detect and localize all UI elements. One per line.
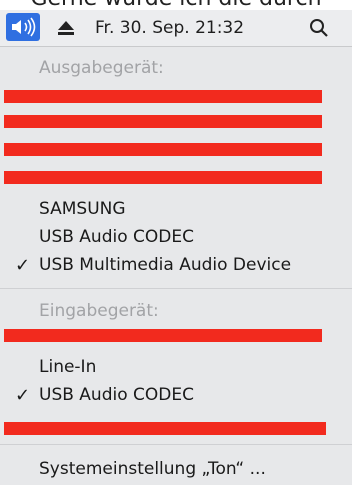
spotlight-button[interactable] [308, 17, 330, 39]
clock[interactable]: Fr. 30. Sep. 21:32 [95, 18, 244, 38]
redaction-bar [4, 90, 322, 103]
checkmark-icon: ✓ [15, 385, 31, 406]
speaker-volume-icon [12, 17, 36, 37]
output-device-samsung[interactable]: SAMSUNG [0, 199, 352, 223]
redaction-bar [4, 115, 322, 128]
eject-icon [58, 21, 74, 35]
search-icon [310, 19, 328, 37]
sound-preferences-item[interactable]: Systemeinstellung „Ton“ ... [0, 459, 352, 483]
redaction-bar [4, 422, 326, 435]
input-device-usb-audio-codec[interactable]: ✓ USB Audio CODEC [0, 385, 352, 409]
checkmark-icon: ✓ [15, 255, 31, 276]
redaction-bar [4, 143, 322, 156]
output-device-usb-audio-codec[interactable]: USB Audio CODEC [0, 227, 352, 251]
redaction-bar [4, 329, 322, 342]
sound-menu: Ausgabegerät: SAMSUNG USB Audio CODEC ✓ … [0, 47, 352, 485]
input-device-line-in[interactable]: Line-In [0, 357, 352, 381]
eject-menu-button[interactable] [55, 18, 77, 38]
menu-separator [0, 444, 352, 445]
menu-bar: Fr. 30. Sep. 21:32 [0, 10, 352, 47]
volume-menu-button[interactable] [6, 13, 40, 41]
output-device-usb-multimedia[interactable]: ✓ USB Multimedia Audio Device [0, 255, 352, 279]
redaction-bar [4, 171, 322, 184]
menu-separator [0, 288, 352, 289]
